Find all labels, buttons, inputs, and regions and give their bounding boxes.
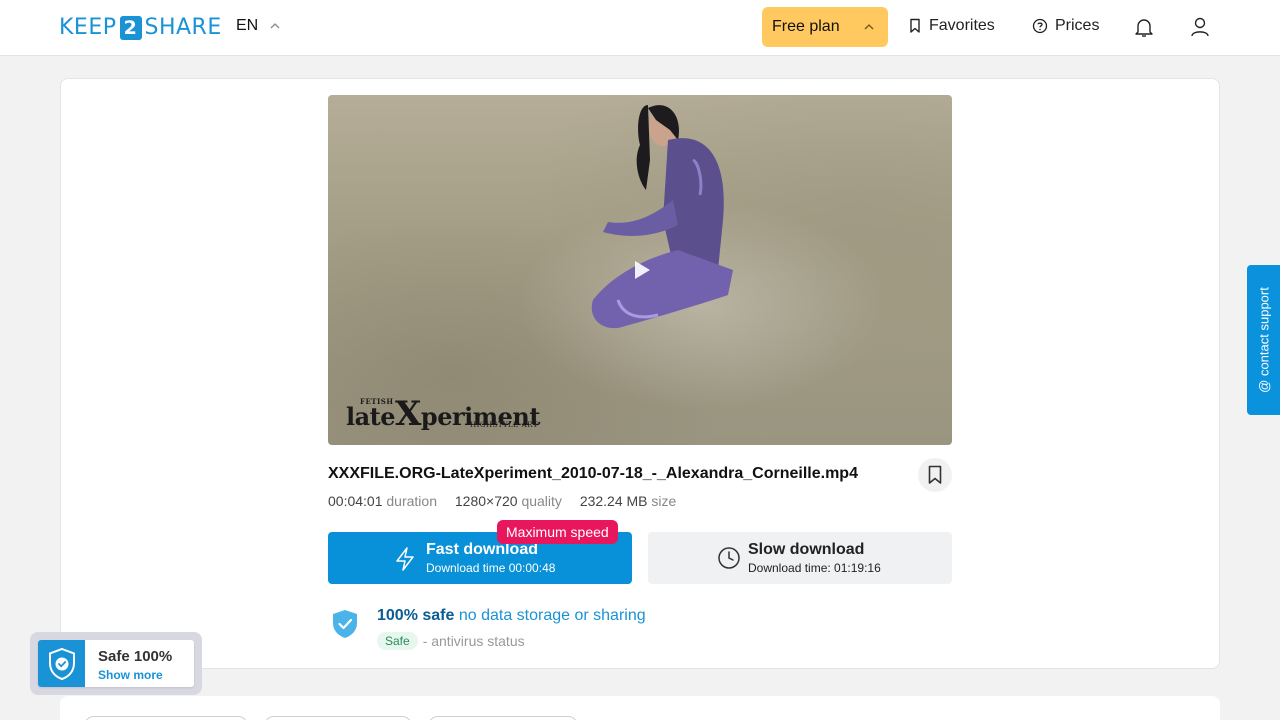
watermark-title-x: X	[395, 394, 421, 434]
logo-text-left: KEEP	[59, 15, 117, 40]
chevron-up-icon	[864, 24, 874, 30]
bookmark-icon	[910, 18, 920, 33]
show-more-link[interactable]: Show more	[98, 668, 163, 682]
account-button[interactable]	[1188, 15, 1212, 39]
contact-support-label: @ contact support	[1256, 287, 1271, 393]
logo-text-right: SHARE	[144, 15, 222, 40]
safe-widget[interactable]: Safe 100% Show more	[30, 632, 202, 695]
watermark-title-pre: late	[346, 402, 396, 431]
bookmark-icon	[928, 465, 942, 484]
safety-bold: 100% safe	[377, 607, 455, 624]
bell-icon	[1135, 19, 1153, 37]
lightning-icon	[396, 547, 414, 571]
language-label: EN	[236, 17, 259, 34]
logo-number: 2	[119, 15, 142, 40]
contact-support-button[interactable]: @ contact support	[1247, 265, 1280, 415]
play-icon[interactable]	[633, 260, 651, 280]
size-value: 232.24 MB	[579, 493, 648, 509]
slow-download-label: Slow download	[748, 541, 865, 558]
file-name: XXXFILE.ORG-LateXperiment_2010-07-18_-_A…	[328, 465, 858, 482]
watermark-subtitle: HIGHSTYLE ART	[470, 421, 539, 429]
video-watermark: FETISH lateXperiment HIGHSTYLE ART	[346, 393, 540, 432]
safe-badge: Safe	[377, 632, 418, 650]
video-subject-image	[591, 105, 733, 329]
help-circle-icon	[1032, 18, 1048, 34]
language-selector[interactable]: EN	[236, 17, 280, 35]
free-plan-button[interactable]: Free plan	[762, 7, 888, 47]
prices-link[interactable]: Prices	[1032, 17, 1099, 35]
notifications-button[interactable]	[1132, 15, 1156, 39]
tab-pill[interactable]	[84, 716, 248, 720]
duration-value: 00:04:01	[328, 493, 383, 509]
slow-download-time: Download time: 01:19:16	[748, 561, 881, 575]
safety-statement: 100% safe no data storage or sharing	[377, 607, 646, 625]
plan-label: Free plan	[772, 18, 840, 35]
shield-check-icon	[333, 610, 357, 638]
safe-widget-body: Safe 100% Show more	[38, 640, 194, 687]
user-icon	[1191, 17, 1209, 37]
fast-download-time: Download time 00:00:48	[426, 561, 556, 575]
chevron-up-icon	[270, 23, 280, 29]
safe-widget-title: Safe 100%	[98, 648, 173, 665]
slow-download-button[interactable]: Slow download Download time: 01:19:16	[648, 532, 952, 584]
favorites-label: Favorites	[929, 17, 995, 34]
tab-pill[interactable]	[264, 716, 412, 720]
antivirus-label: - antivirus status	[422, 633, 525, 649]
keep2share-logo[interactable]: KEEP 2 SHARE	[59, 15, 222, 40]
safe-widget-icon-box	[38, 640, 85, 687]
shield-check-icon	[48, 647, 75, 680]
file-meta: 00:04:01 duration 1280×720 quality 232.2…	[328, 493, 676, 509]
quality-label: quality	[521, 493, 562, 509]
size-label: size	[651, 493, 677, 509]
favorites-link[interactable]: Favorites	[908, 17, 995, 35]
clock-icon	[718, 547, 740, 569]
add-favorite-button[interactable]	[918, 458, 952, 492]
prices-label: Prices	[1055, 17, 1100, 34]
safety-text: no data storage or sharing	[458, 607, 646, 624]
antivirus-status: Safe - antivirus status	[377, 632, 525, 650]
video-preview[interactable]: FETISH lateXperiment HIGHSTYLE ART	[328, 95, 952, 445]
duration-label: duration	[386, 493, 437, 509]
tab-pill[interactable]	[428, 716, 578, 720]
top-header: KEEP 2 SHARE EN Free plan Favorites Pric…	[0, 0, 1280, 56]
watermark-small-text: FETISH	[360, 397, 394, 406]
quality-value: 1280×720	[454, 493, 518, 509]
maximum-speed-badge: Maximum speed	[497, 520, 618, 544]
